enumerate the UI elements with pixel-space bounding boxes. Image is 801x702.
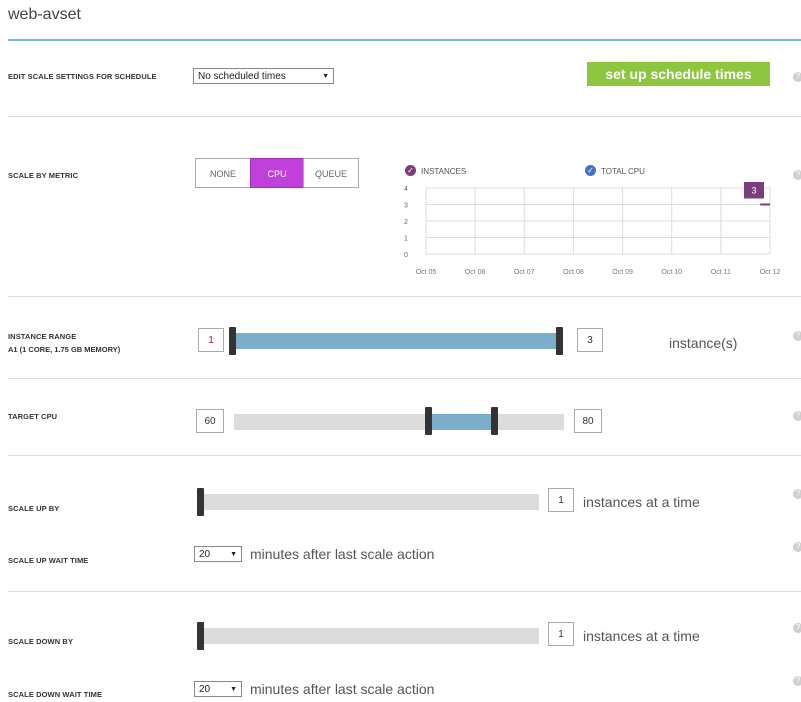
metric-cpu-button[interactable]: CPU — [250, 158, 304, 188]
scale-up-wait-select[interactable]: 20 ▼ — [194, 546, 242, 562]
schedule-select[interactable]: No scheduled times ▼ — [193, 68, 334, 84]
target-cpu-fill — [432, 414, 494, 430]
target-cpu-max-handle[interactable] — [491, 407, 498, 435]
info-icon[interactable]: ? — [793, 623, 801, 633]
instance-min-handle[interactable] — [229, 327, 236, 355]
instance-max-handle[interactable] — [556, 327, 563, 355]
chevron-down-icon: ▼ — [322, 73, 329, 80]
instance-range-label: INSTANCE RANGE — [8, 332, 77, 341]
setup-schedule-button[interactable]: set up schedule times — [587, 62, 770, 86]
scale-down-label: SCALE DOWN BY — [8, 637, 74, 646]
info-icon[interactable]: ? — [793, 489, 801, 499]
scale-down-wait-select[interactable]: 20 ▼ — [194, 681, 242, 697]
section-divider — [8, 455, 801, 456]
chevron-down-icon: ▼ — [230, 551, 237, 558]
instance-unit-label: instance(s) — [669, 335, 738, 351]
metric-queue-button[interactable]: QUEUE — [303, 158, 359, 188]
scale-up-wait-value: 20 — [199, 549, 211, 560]
x-tick-label: Oct 10 — [661, 269, 682, 276]
scale-down-wait-suffix: minutes after last scale action — [250, 681, 435, 697]
scale-down-wait-value: 20 — [199, 684, 211, 695]
instances-check-icon[interactable]: ✓ — [405, 165, 416, 176]
y-tick-label: 3 — [404, 203, 408, 210]
scale-up-wait-label: SCALE UP WAIT TIME — [8, 556, 89, 565]
scale-down-suffix: instances at a time — [583, 628, 700, 644]
info-icon[interactable]: ? — [793, 676, 801, 686]
target-cpu-min-input[interactable]: 60 — [196, 409, 224, 433]
scale-up-track — [203, 494, 539, 510]
info-icon[interactable]: ? — [793, 411, 801, 421]
instances-value-label: 3 — [751, 186, 756, 196]
scale-up-wait-suffix: minutes after last scale action — [250, 546, 435, 562]
x-tick-label: Oct 05 — [416, 269, 437, 276]
metric-chart: 4 3 2 1 0 Oct 05 Oct 06 Oct 07 Oct 08 Oct 09 Oct … — [404, 182, 781, 276]
x-tick-label: Oct 08 — [563, 269, 584, 276]
scale-down-wait-label: SCALE DOWN WAIT TIME — [8, 690, 103, 699]
info-icon[interactable]: ? — [793, 542, 801, 552]
x-tick-label: Oct 06 — [465, 269, 486, 276]
y-tick-label: 0 — [404, 252, 408, 259]
scale-up-handle[interactable] — [197, 488, 204, 516]
metric-label: SCALE BY METRIC — [8, 171, 79, 180]
target-cpu-label: TARGET CPU — [8, 412, 58, 421]
scale-down-track — [203, 628, 539, 644]
y-tick-label: 1 — [404, 236, 408, 243]
section-divider — [8, 116, 801, 117]
schedule-label: EDIT SCALE SETTINGS FOR SCHEDULE — [8, 72, 157, 81]
x-tick-label: Oct 09 — [612, 269, 633, 276]
x-tick-label: Oct 12 — [760, 269, 781, 276]
instance-range-fill — [235, 333, 559, 349]
instance-size-label: A1 (1 CORE, 1.75 GB MEMORY) — [8, 345, 121, 354]
page-title: web-avset — [8, 6, 81, 23]
total-cpu-check-icon[interactable]: ✓ — [585, 165, 596, 176]
target-cpu-max-input[interactable]: 80 — [574, 409, 602, 433]
instance-min-input[interactable]: 1 — [198, 328, 224, 352]
legend-total-cpu: TOTAL CPU — [601, 167, 645, 176]
info-icon[interactable]: ? — [793, 331, 801, 341]
metric-none-button[interactable]: NONE — [195, 158, 251, 188]
section-divider — [8, 591, 801, 592]
section-divider — [8, 296, 801, 297]
schedule-select-value: No scheduled times — [198, 71, 286, 82]
info-icon[interactable]: ? — [793, 170, 801, 180]
scale-up-suffix: instances at a time — [583, 494, 700, 510]
x-tick-label: Oct 07 — [514, 269, 535, 276]
instance-max-input[interactable]: 3 — [577, 328, 603, 352]
scale-up-label: SCALE UP BY — [8, 504, 60, 513]
target-cpu-track — [234, 414, 564, 430]
scale-down-handle[interactable] — [197, 622, 204, 650]
info-icon[interactable]: ? — [793, 72, 801, 82]
legend-instances: INSTANCES — [421, 167, 467, 176]
title-underline — [8, 39, 801, 41]
x-tick-label: Oct 11 — [711, 269, 731, 276]
section-divider — [8, 378, 801, 379]
y-tick-label: 2 — [404, 219, 408, 226]
scale-up-input[interactable]: 1 — [548, 488, 574, 512]
scale-down-input[interactable]: 1 — [548, 622, 574, 646]
chevron-down-icon: ▼ — [230, 686, 237, 693]
target-cpu-min-handle[interactable] — [425, 407, 432, 435]
y-tick-label: 4 — [404, 186, 408, 193]
